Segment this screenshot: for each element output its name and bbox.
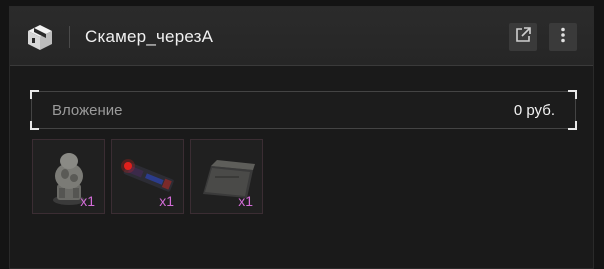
corner-bracket bbox=[568, 121, 577, 130]
trade-panel: Скамер_черезА Вложение 0 руб. x1 x1 x1 bbox=[9, 6, 594, 269]
more-vertical-icon bbox=[554, 26, 572, 49]
corner-bracket bbox=[30, 90, 39, 99]
item-slot-metal-plate[interactable]: x1 bbox=[190, 139, 263, 214]
box-logo-icon bbox=[26, 23, 54, 51]
external-link-icon bbox=[514, 26, 532, 49]
investment-label: Вложение bbox=[52, 102, 123, 119]
more-options-button[interactable] bbox=[549, 23, 577, 51]
open-external-button[interactable] bbox=[509, 23, 537, 51]
panel-header: Скамер_черезА bbox=[10, 7, 593, 66]
investment-field: Вложение 0 руб. bbox=[30, 90, 577, 130]
corner-bracket bbox=[30, 121, 39, 130]
panel-title: Скамер_черезА bbox=[85, 27, 214, 46]
item-quantity: x1 bbox=[159, 193, 174, 209]
investment-value: 0 руб. bbox=[513, 102, 555, 119]
corner-bracket bbox=[568, 90, 577, 99]
item-quantity: x1 bbox=[238, 193, 253, 209]
item-slot-laser-device[interactable]: x1 bbox=[111, 139, 184, 214]
item-slot-statue[interactable]: x1 bbox=[32, 139, 105, 214]
item-quantity: x1 bbox=[80, 193, 95, 209]
header-divider bbox=[69, 26, 70, 48]
